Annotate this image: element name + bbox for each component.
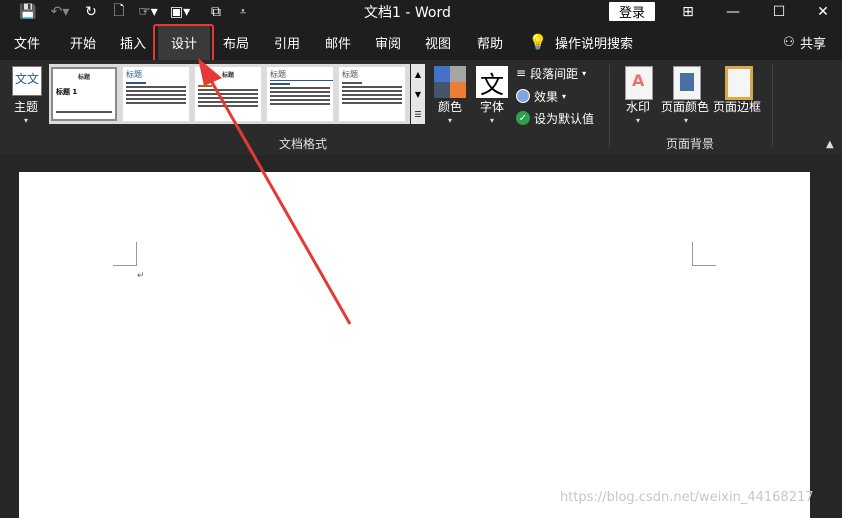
url-watermark: https://blog.csdn.net/weixin_44168217 — [560, 490, 814, 505]
annotation-arrow-line — [203, 69, 352, 325]
annotation-arrow-head — [198, 58, 222, 86]
annotation-arrow — [198, 58, 352, 325]
